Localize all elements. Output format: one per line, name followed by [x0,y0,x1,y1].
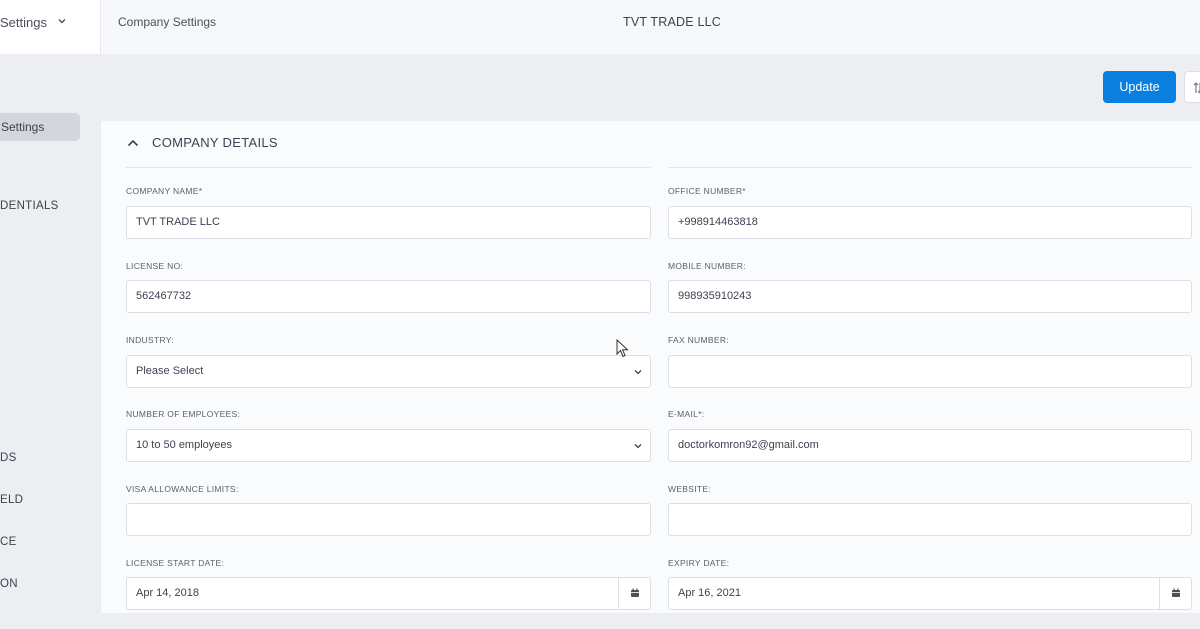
calendar-icon [1172,588,1180,597]
industry-select[interactable]: Please Select [126,355,651,388]
sidebar-item-ce[interactable]: CE [0,536,17,548]
company-name-label: COMPANY NAME* [126,186,203,196]
page-title: TVT TRADE LLC [623,15,721,29]
fax-number-input[interactable] [668,355,1192,388]
license-start-date-input[interactable]: Apr 14, 2018 [126,577,651,610]
sidebar-item-settings[interactable]: Settings [0,113,80,141]
more-button[interactable] [1184,71,1200,103]
email-field[interactable]: doctorkomron92@gmail.com [668,429,1192,462]
email-label: E-MAIL*: [668,409,705,419]
sidebar-item-credentials[interactable]: DENTIALS [0,200,59,212]
office-number-label: OFFICE NUMBER* [668,186,746,196]
sidebar-item-ds[interactable]: DS [0,452,17,464]
divider [668,167,1192,168]
update-button[interactable]: Update [1103,71,1176,103]
calendar-button[interactable] [1159,578,1191,609]
sidebar-item-eld[interactable]: ELD [0,494,23,506]
calendar-icon [631,588,639,597]
visa-allowance-input[interactable] [126,503,651,536]
email-value: doctorkomron92@gmail.com [678,439,819,451]
expiry-date-value: Apr 16, 2021 [678,587,741,599]
sidebar-item-on[interactable]: ON [0,578,18,590]
license-start-label: LICENSE START DATE: [126,558,225,568]
office-number-value: +998914463818 [678,216,758,228]
license-no-value: 562467732 [136,290,192,302]
mobile-number-label: MOBILE NUMBER: [668,261,746,271]
company-name-input[interactable]: TVT TRADE LLC [126,206,651,239]
expiry-date-input[interactable]: Apr 16, 2021 [668,577,1192,610]
divider [126,167,651,168]
settings-menu-label: Settings [0,15,47,30]
employees-label: NUMBER OF EMPLOYEES: [126,409,241,419]
chevron-down-icon [634,370,642,375]
fax-number-label: FAX NUMBER: [668,335,729,345]
breadcrumb: Company Settings [118,15,217,29]
industry-value: Please Select [136,365,204,377]
mouse-cursor-icon [616,339,629,358]
company-details-card: COMPANY DETAILS COMPANY NAME* TVT TRADE … [101,121,1200,613]
top-bar: Settings Company Settings TVT TRADE LLC [0,0,1200,54]
sort-icon [1193,82,1200,94]
employees-value: 10 to 50 employees [136,439,233,451]
section-title: COMPANY DETAILS [152,135,278,150]
office-number-input[interactable]: +998914463818 [668,206,1192,239]
chevron-down-icon [634,444,642,449]
sidebar-item-label: Settings [1,120,45,134]
employees-select[interactable]: 10 to 50 employees [126,429,651,462]
expiry-date-label: EXPIRY DATE: [668,558,730,568]
chevron-down-icon [58,19,66,24]
settings-menu-dropdown[interactable]: Settings [0,0,101,54]
mobile-number-input[interactable]: 998935910243 [668,280,1192,313]
mobile-number-value: 998935910243 [678,290,752,302]
visa-allowance-label: VISA ALLOWANCE LIMITS: [126,484,239,494]
license-no-input[interactable]: 562467732 [126,280,651,313]
chevron-up-icon [127,139,139,146]
website-input[interactable] [668,503,1192,536]
industry-label: INDUSTRY: [126,335,174,345]
company-name-value: TVT TRADE LLC [136,216,220,228]
license-start-value: Apr 14, 2018 [136,587,199,599]
license-no-label: LICENSE NO: [126,261,184,271]
company-details-header[interactable]: COMPANY DETAILS [126,135,278,150]
calendar-button[interactable] [618,578,650,609]
website-label: WEBSITE: [668,484,712,494]
